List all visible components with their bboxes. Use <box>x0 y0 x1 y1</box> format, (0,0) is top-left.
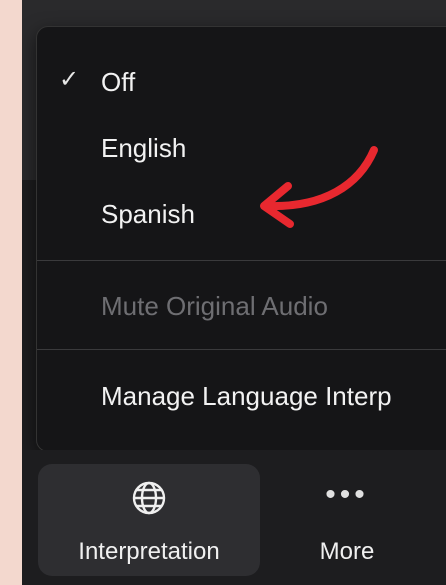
globe-icon <box>38 480 260 521</box>
menu-item-label: English <box>101 133 187 163</box>
red-arrow-annotation <box>260 146 378 228</box>
menu-item-manage-language-interpretation[interactable]: Manage Language Interp <box>37 369 446 421</box>
menu-item-mute-original-audio: Mute Original Audio <box>37 279 446 331</box>
checkmark-icon: ✓ <box>59 66 80 93</box>
app-window: ✓ Off English Spanish Mute Original Audi… <box>22 0 446 585</box>
interpretation-label: Interpretation <box>78 538 220 565</box>
menu-item-label: Mute Original Audio <box>101 291 328 321</box>
ellipsis-icon: ••• <box>325 478 369 511</box>
more-label: More <box>319 538 375 565</box>
more-button[interactable]: ••• More <box>272 464 422 576</box>
meeting-toolbar: Interpretation ••• More <box>22 450 446 585</box>
menu-item-label: Off <box>101 67 136 97</box>
menu-divider <box>37 260 446 261</box>
menu-divider <box>37 349 446 350</box>
menu-item-label: Manage Language Interp <box>101 381 392 411</box>
menu-item-off[interactable]: ✓ Off <box>37 55 446 107</box>
menu-item-label: Spanish <box>101 199 195 229</box>
interpretation-button[interactable]: Interpretation <box>38 464 260 576</box>
